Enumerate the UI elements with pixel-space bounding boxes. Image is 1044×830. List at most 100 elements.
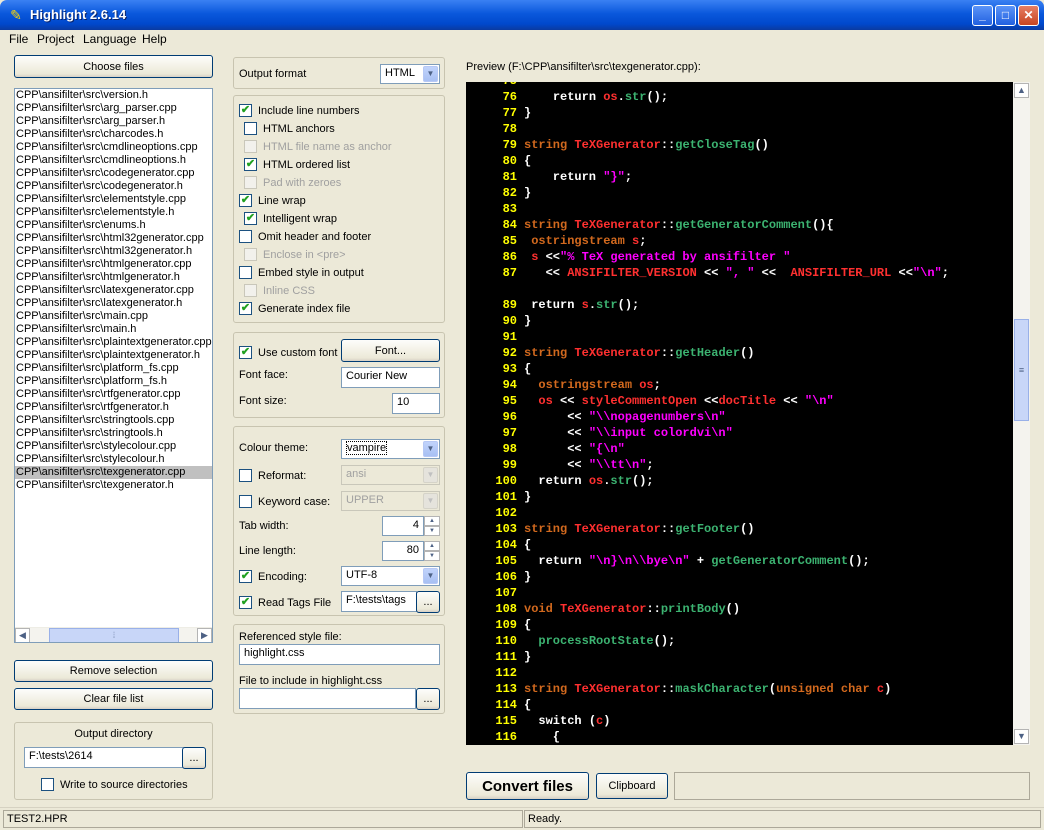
file-list-item[interactable]: CPP\ansifilter\src\cmdlineoptions.cpp: [15, 141, 212, 154]
file-list-item[interactable]: CPP\ansifilter\src\stylecolour.h: [15, 453, 212, 466]
file-list-item[interactable]: CPP\ansifilter\src\main.h: [15, 323, 212, 336]
file-list-item[interactable]: CPP\ansifilter\src\plaintextgenerator.h: [15, 349, 212, 362]
option-checkbox[interactable]: Embed style in output: [239, 266, 364, 279]
file-list-item[interactable]: CPP\ansifilter\src\codegenerator.cpp: [15, 167, 212, 180]
file-list-item[interactable]: CPP\ansifilter\src\stringtools.cpp: [15, 414, 212, 427]
file-list-item[interactable]: CPP\ansifilter\src\latexgenerator.h: [15, 297, 212, 310]
tab-width-input[interactable]: 4: [382, 516, 424, 536]
file-list-item[interactable]: CPP\ansifilter\src\html32generator.cpp: [15, 232, 212, 245]
convert-files-button[interactable]: Convert files: [466, 772, 589, 800]
file-list-item[interactable]: CPP\ansifilter\src\main.cpp: [15, 310, 212, 323]
file-list-item[interactable]: CPP\ansifilter\src\elementstyle.cpp: [15, 193, 212, 206]
line-length-stepper[interactable]: ▲ ▼: [424, 541, 440, 561]
checkbox-box[interactable]: ✔: [239, 570, 252, 583]
encoding-select[interactable]: UTF-8 ▼: [341, 566, 440, 586]
checkbox-box[interactable]: ✔: [239, 596, 252, 609]
checkbox-box[interactable]: ✔: [239, 346, 252, 359]
clipboard-button[interactable]: Clipboard: [596, 773, 668, 799]
option-checkbox[interactable]: Omit header and footer: [239, 230, 371, 243]
option-checkbox[interactable]: ✔ HTML ordered list: [244, 158, 350, 171]
scroll-thumb[interactable]: ⦙: [49, 628, 179, 642]
choose-files-button[interactable]: Choose files: [14, 55, 213, 78]
file-list-item[interactable]: CPP\ansifilter\src\texgenerator.cpp: [15, 466, 212, 479]
menu-project[interactable]: Project: [37, 32, 74, 46]
scroll-right-button[interactable]: ▶: [197, 628, 212, 642]
chevron-down-icon[interactable]: ▼: [423, 568, 438, 584]
clear-file-list-button[interactable]: Clear file list: [14, 688, 213, 710]
maximize-button[interactable]: □: [995, 5, 1016, 26]
keyword-case-checkbox[interactable]: Keyword case:: [239, 495, 330, 508]
line-length-input[interactable]: 80: [382, 541, 424, 561]
file-list-hscrollbar[interactable]: ◀ ⦙ ▶: [15, 627, 212, 642]
colour-theme-select[interactable]: vampire ▼: [341, 439, 440, 459]
file-list-item[interactable]: CPP\ansifilter\src\arg_parser.cpp: [15, 102, 212, 115]
file-list-item[interactable]: CPP\ansifilter\src\htmlgenerator.h: [15, 271, 212, 284]
spin-up-icon[interactable]: ▲: [424, 541, 440, 551]
close-button[interactable]: ✕: [1018, 5, 1039, 26]
checkbox-box[interactable]: [244, 122, 257, 135]
file-list-item[interactable]: CPP\ansifilter\src\arg_parser.h: [15, 115, 212, 128]
include-file-input[interactable]: [239, 688, 416, 709]
checkbox-box[interactable]: ✔: [239, 104, 252, 117]
title-bar[interactable]: ✎ Highlight 2.6.14 _ □ ✕: [0, 0, 1044, 30]
checkbox-box[interactable]: ✔: [244, 212, 257, 225]
scroll-up-button[interactable]: ▲: [1014, 83, 1029, 98]
checkbox-box[interactable]: [41, 778, 54, 791]
write-to-source-checkbox[interactable]: Write to source directories: [41, 778, 188, 791]
scroll-left-button[interactable]: ◀: [15, 628, 30, 642]
option-checkbox[interactable]: HTML anchors: [244, 122, 335, 135]
option-checkbox[interactable]: ✔ Intelligent wrap: [244, 212, 337, 225]
checkbox-box[interactable]: ✔: [239, 302, 252, 315]
checkbox-box[interactable]: [239, 230, 252, 243]
file-list-item[interactable]: CPP\ansifilter\src\plaintextgenerator.cp…: [15, 336, 212, 349]
file-list-item[interactable]: CPP\ansifilter\src\version.h: [15, 89, 212, 102]
option-checkbox[interactable]: ✔ Generate index file: [239, 302, 350, 315]
checkbox-box[interactable]: ✔: [239, 194, 252, 207]
scroll-thumb[interactable]: ≡: [1014, 319, 1029, 421]
chevron-down-icon[interactable]: ▼: [423, 66, 438, 82]
use-custom-font-checkbox[interactable]: ✔ Use custom font: [239, 346, 337, 359]
file-list-item[interactable]: CPP\ansifilter\src\cmdlineoptions.h: [15, 154, 212, 167]
file-list-item[interactable]: CPP\ansifilter\src\stylecolour.cpp: [15, 440, 212, 453]
output-format-select[interactable]: HTML ▼: [380, 64, 440, 84]
file-list-item[interactable]: CPP\ansifilter\src\latexgenerator.cpp: [15, 284, 212, 297]
tab-width-stepper[interactable]: ▲ ▼: [424, 516, 440, 536]
menu-file[interactable]: File: [9, 32, 28, 46]
preview-vscrollbar[interactable]: ▲ ≡ ▼: [1013, 82, 1030, 745]
ref-style-input[interactable]: highlight.css: [239, 644, 440, 665]
spin-down-icon[interactable]: ▼: [424, 551, 440, 561]
include-file-browse-button[interactable]: ...: [416, 688, 440, 710]
scroll-down-button[interactable]: ▼: [1014, 729, 1029, 744]
font-size-input[interactable]: 10: [392, 393, 440, 414]
file-list-item[interactable]: CPP\ansifilter\src\charcodes.h: [15, 128, 212, 141]
checkbox-box[interactable]: [239, 469, 252, 482]
menu-help[interactable]: Help: [142, 32, 167, 46]
spin-up-icon[interactable]: ▲: [424, 516, 440, 526]
read-tags-browse-button[interactable]: ...: [416, 591, 440, 613]
file-list-item[interactable]: CPP\ansifilter\src\html32generator.h: [15, 245, 212, 258]
read-tags-checkbox[interactable]: ✔ Read Tags File: [239, 596, 331, 609]
checkbox-box[interactable]: ✔: [244, 158, 257, 171]
code-preview[interactable]: 7576 return os.str();77}7879string TeXGe…: [466, 82, 1013, 745]
file-list-item[interactable]: CPP\ansifilter\src\htmlgenerator.cpp: [15, 258, 212, 271]
menu-language[interactable]: Language: [83, 32, 136, 46]
output-directory-input[interactable]: F:\tests\2614: [24, 747, 189, 768]
chevron-down-icon[interactable]: ▼: [423, 441, 438, 457]
file-list-item[interactable]: CPP\ansifilter\src\texgenerator.h: [15, 479, 212, 492]
font-button[interactable]: Font...: [341, 339, 440, 362]
file-list-item[interactable]: CPP\ansifilter\src\rtfgenerator.h: [15, 401, 212, 414]
file-list-item[interactable]: CPP\ansifilter\src\enums.h: [15, 219, 212, 232]
font-face-input[interactable]: Courier New: [341, 367, 440, 388]
spin-down-icon[interactable]: ▼: [424, 526, 440, 536]
option-checkbox[interactable]: ✔ Line wrap: [239, 194, 306, 207]
checkbox-box[interactable]: [239, 266, 252, 279]
reformat-checkbox[interactable]: Reformat:: [239, 469, 306, 482]
file-list[interactable]: CPP\ansifilter\src\version.h CPP\ansifilt…: [14, 88, 213, 643]
file-list-item[interactable]: CPP\ansifilter\src\stringtools.h: [15, 427, 212, 440]
option-checkbox[interactable]: ✔ Include line numbers: [239, 104, 360, 117]
minimize-button[interactable]: _: [972, 5, 993, 26]
remove-selection-button[interactable]: Remove selection: [14, 660, 213, 682]
output-directory-browse-button[interactable]: ...: [182, 747, 206, 769]
encoding-checkbox[interactable]: ✔ Encoding:: [239, 570, 307, 583]
file-list-item[interactable]: CPP\ansifilter\src\platform_fs.cpp: [15, 362, 212, 375]
